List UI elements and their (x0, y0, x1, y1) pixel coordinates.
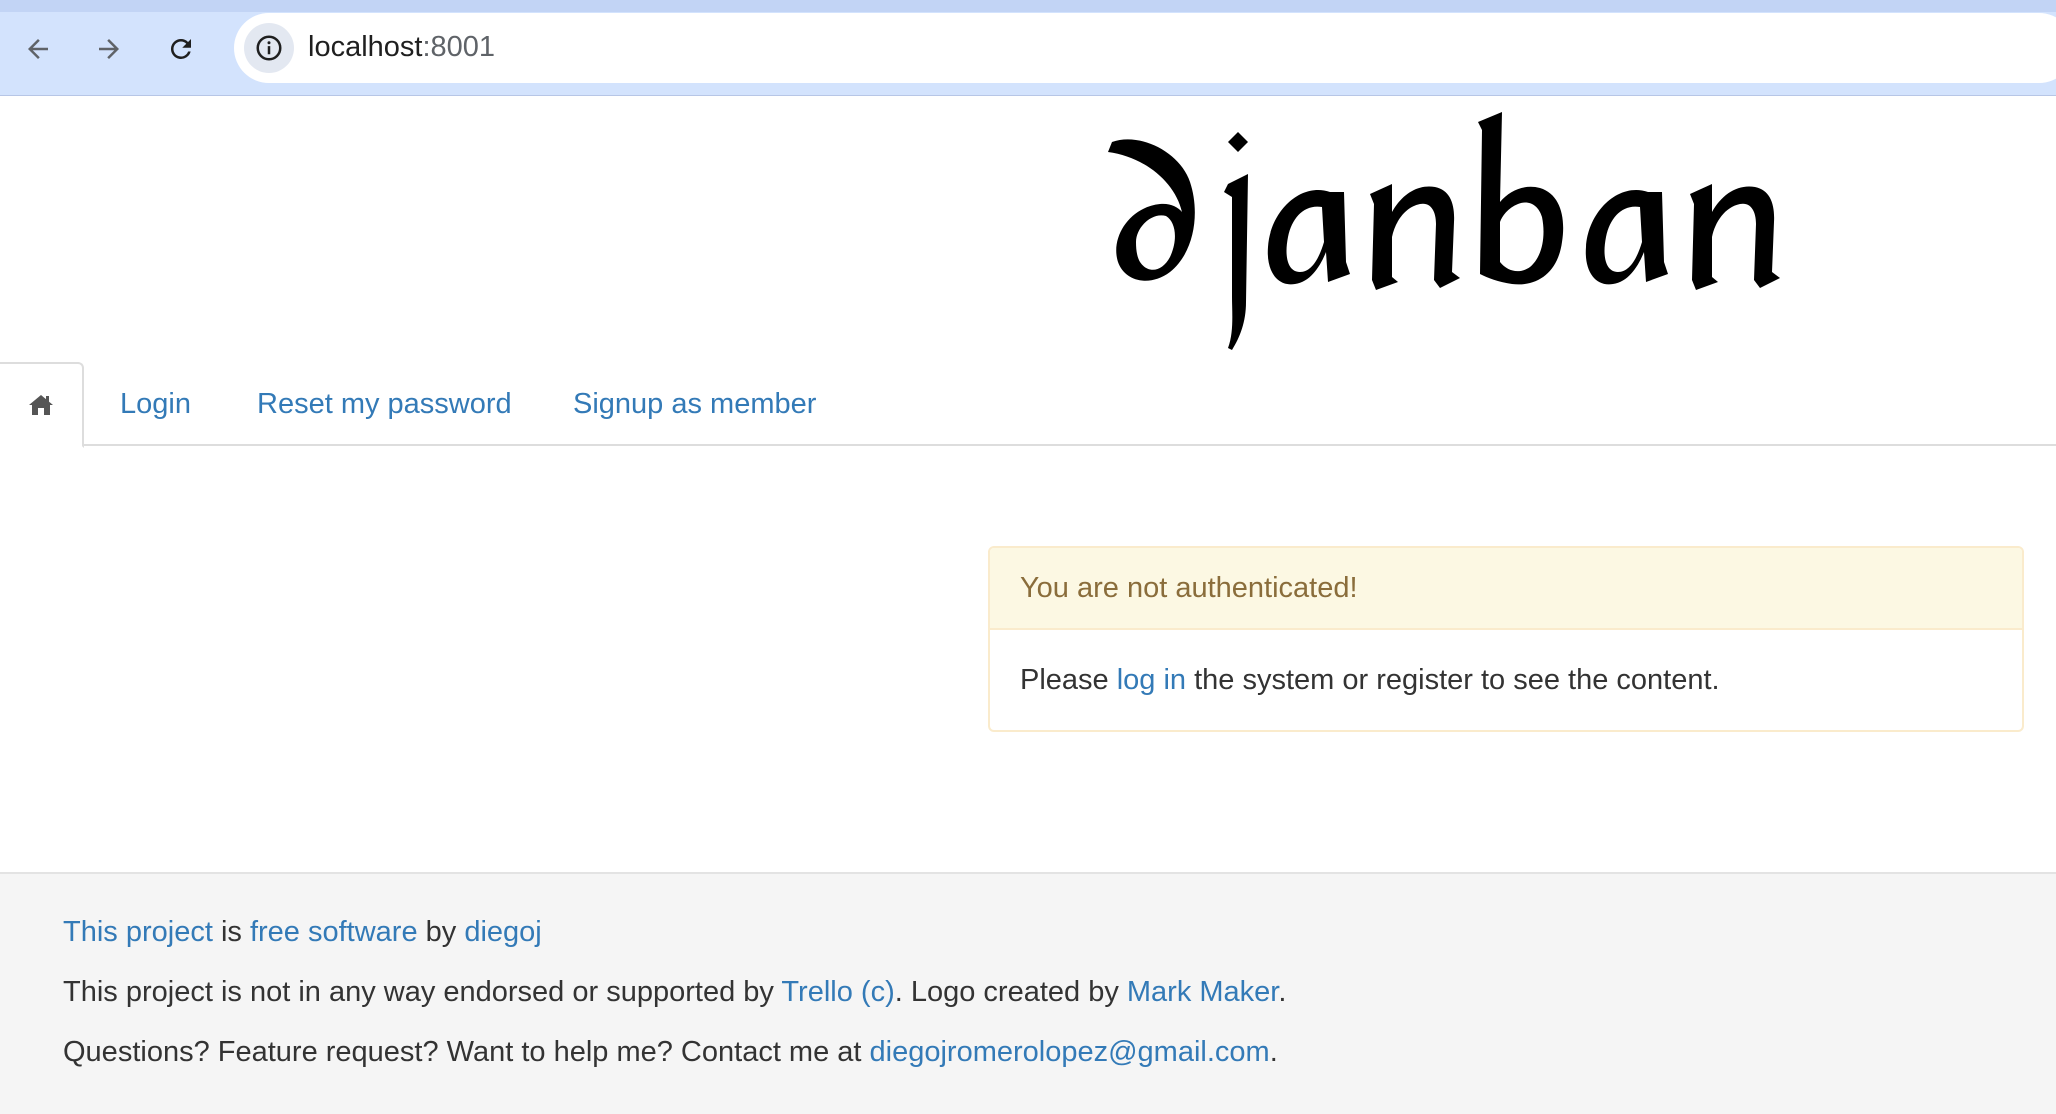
login-link[interactable]: log in (1117, 664, 1186, 697)
footer-line-disclaimer: This project is not in any way endorsed … (63, 976, 1286, 1009)
panel-body: Please log in the system or register to … (990, 630, 2022, 730)
footer-text: . Logo created by (894, 976, 1127, 1008)
url-port: :8001 (422, 31, 496, 63)
reload-button[interactable] (158, 26, 204, 72)
footer-text: Questions? Feature request? Want to help… (63, 1036, 870, 1068)
reload-icon (170, 38, 191, 59)
site-info-button[interactable] (244, 23, 294, 73)
panel-heading: You are not authenticated! (990, 548, 2022, 630)
author-link[interactable]: diegoj (464, 916, 541, 948)
browser-tabstrip-edge (0, 0, 2056, 12)
djanban-logo (1108, 112, 1780, 350)
footer: This project is free software by diegoj … (0, 872, 2056, 1114)
tab-login[interactable]: Login (120, 362, 191, 446)
footer-line-project: This project is free software by diegoj (63, 916, 542, 949)
footer-text: . (1278, 976, 1287, 1008)
footer-text: is (212, 916, 250, 948)
forward-button[interactable] (86, 26, 132, 72)
home-icon (29, 395, 53, 415)
tab-signup[interactable]: Signup as member (573, 362, 816, 446)
panel-body-suffix: the system or register to see the conten… (1186, 663, 1720, 696)
free-software-link[interactable]: free software (250, 916, 418, 948)
tab-reset-password[interactable]: Reset my password (257, 362, 512, 446)
this-project-link[interactable]: This project (63, 916, 213, 948)
info-icon (256, 35, 282, 61)
back-button[interactable] (15, 26, 61, 72)
arrow-right-icon (99, 39, 119, 59)
footer-text: . (1269, 1036, 1278, 1068)
mark-maker-link[interactable]: Mark Maker (1127, 976, 1278, 1008)
address-bar[interactable]: localhost:8001 (234, 13, 2056, 83)
footer-text: This project is not in any way endorsed … (63, 976, 782, 1008)
tab-home[interactable] (0, 362, 84, 448)
url-host: localhost (308, 31, 423, 63)
footer-text: by (417, 916, 465, 948)
nav-tabs: Login Reset my password Signup as member (0, 362, 2056, 448)
panel-body-prefix: Please (1020, 663, 1117, 696)
arrow-left-icon (28, 39, 48, 59)
auth-warning-panel: You are not authenticated! Please log in… (988, 546, 2024, 732)
trello-link[interactable]: Trello (c) (781, 976, 894, 1008)
browser-toolbar: localhost:8001 (0, 0, 2056, 96)
footer-line-contact: Questions? Feature request? Want to help… (63, 1036, 1278, 1069)
url-text[interactable]: localhost:8001 (308, 31, 495, 64)
contact-email-link[interactable]: diegojromerolopez@gmail.com (870, 1036, 1270, 1068)
